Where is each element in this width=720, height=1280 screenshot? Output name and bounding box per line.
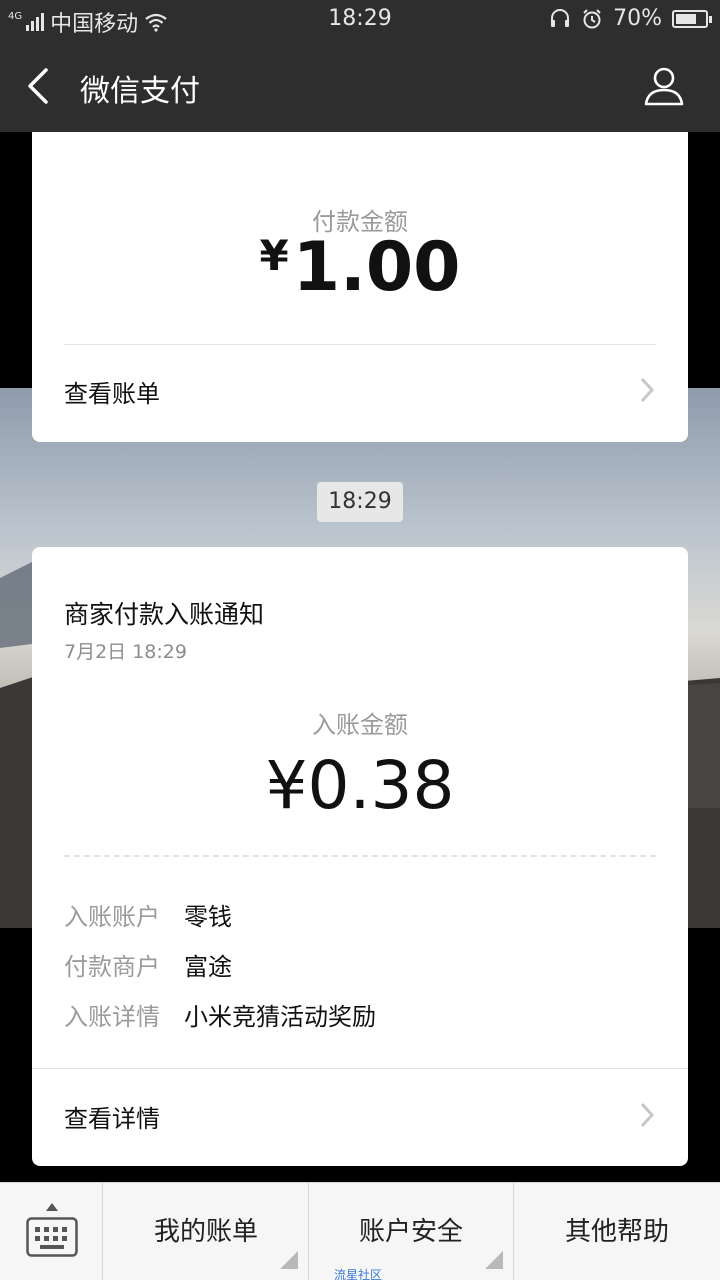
alarm-icon (583, 8, 601, 28)
view-bill-label: 查看账单 (64, 380, 160, 408)
keyboard-toggle-button[interactable] (0, 1183, 103, 1280)
chevron-right-icon (640, 377, 655, 403)
submenu-corner-icon (485, 1251, 503, 1269)
payment-amount-value: 1.00 (292, 228, 461, 307)
headset-icon (551, 8, 570, 27)
chevron-right-icon (640, 1102, 655, 1128)
menu-other-help[interactable]: 其他帮助 (514, 1183, 720, 1280)
notice-card: 商家付款入账通知 7月2日 18:29 入账金额 ¥0.38 入账账户 零钱 付款… (32, 547, 688, 1166)
detail-row-merchant: 付款商户 富途 (64, 947, 232, 982)
detail-value: 零钱 (184, 903, 232, 931)
watermark: 流星社区 (334, 1268, 383, 1280)
detail-key: 入账账户 (64, 903, 160, 931)
detail-value: 小米竞猜活动奖励 (184, 1003, 376, 1031)
submenu-corner-icon (280, 1251, 298, 1269)
detail-key: 入账详情 (64, 1003, 160, 1031)
back-arrow-icon[interactable] (22, 66, 58, 106)
payment-card: 付款金额 ¥1.00 查看账单 (32, 132, 688, 442)
arrow-up-icon (46, 1203, 58, 1211)
view-details-label: 查看详情 (64, 1105, 160, 1133)
notice-title: 商家付款入账通知 (64, 600, 265, 629)
notice-date: 7月2日 18:29 (64, 641, 187, 663)
payment-amount: ¥1.00 (32, 228, 688, 307)
keyboard-icon (26, 1217, 78, 1257)
divider (64, 344, 656, 345)
currency-symbol: ¥ (259, 231, 289, 280)
menu-label: 其他帮助 (564, 1217, 669, 1247)
menu-label: 账户安全 (358, 1217, 463, 1247)
person-icon[interactable] (642, 64, 686, 108)
detail-row-account: 入账账户 零钱 (64, 897, 232, 932)
received-amount-label: 入账金额 (312, 711, 408, 739)
dashed-divider (64, 855, 656, 857)
status-right: 70% (549, 6, 712, 31)
view-bill-link[interactable]: 查看账单 (64, 374, 656, 409)
battery-icon (672, 9, 712, 28)
view-details-link[interactable]: 查看详情 (64, 1099, 656, 1134)
detail-key: 付款商户 (64, 953, 160, 981)
title-bar: 微信支付 (0, 38, 720, 132)
detail-row-description: 入账详情 小米竞猜活动奖励 (64, 997, 376, 1032)
battery-percent: 70% (613, 6, 662, 31)
message-time: 18:29 (317, 482, 403, 522)
divider (32, 1068, 688, 1069)
menu-label: 我的账单 (153, 1217, 258, 1247)
status-bar: 4G 中国移动 18:29 70% (0, 0, 720, 38)
menu-my-bills[interactable]: 我的账单 (104, 1183, 309, 1280)
detail-value: 富途 (184, 953, 232, 981)
page-title: 微信支付 (80, 74, 200, 109)
received-amount: ¥0.38 (265, 747, 455, 824)
